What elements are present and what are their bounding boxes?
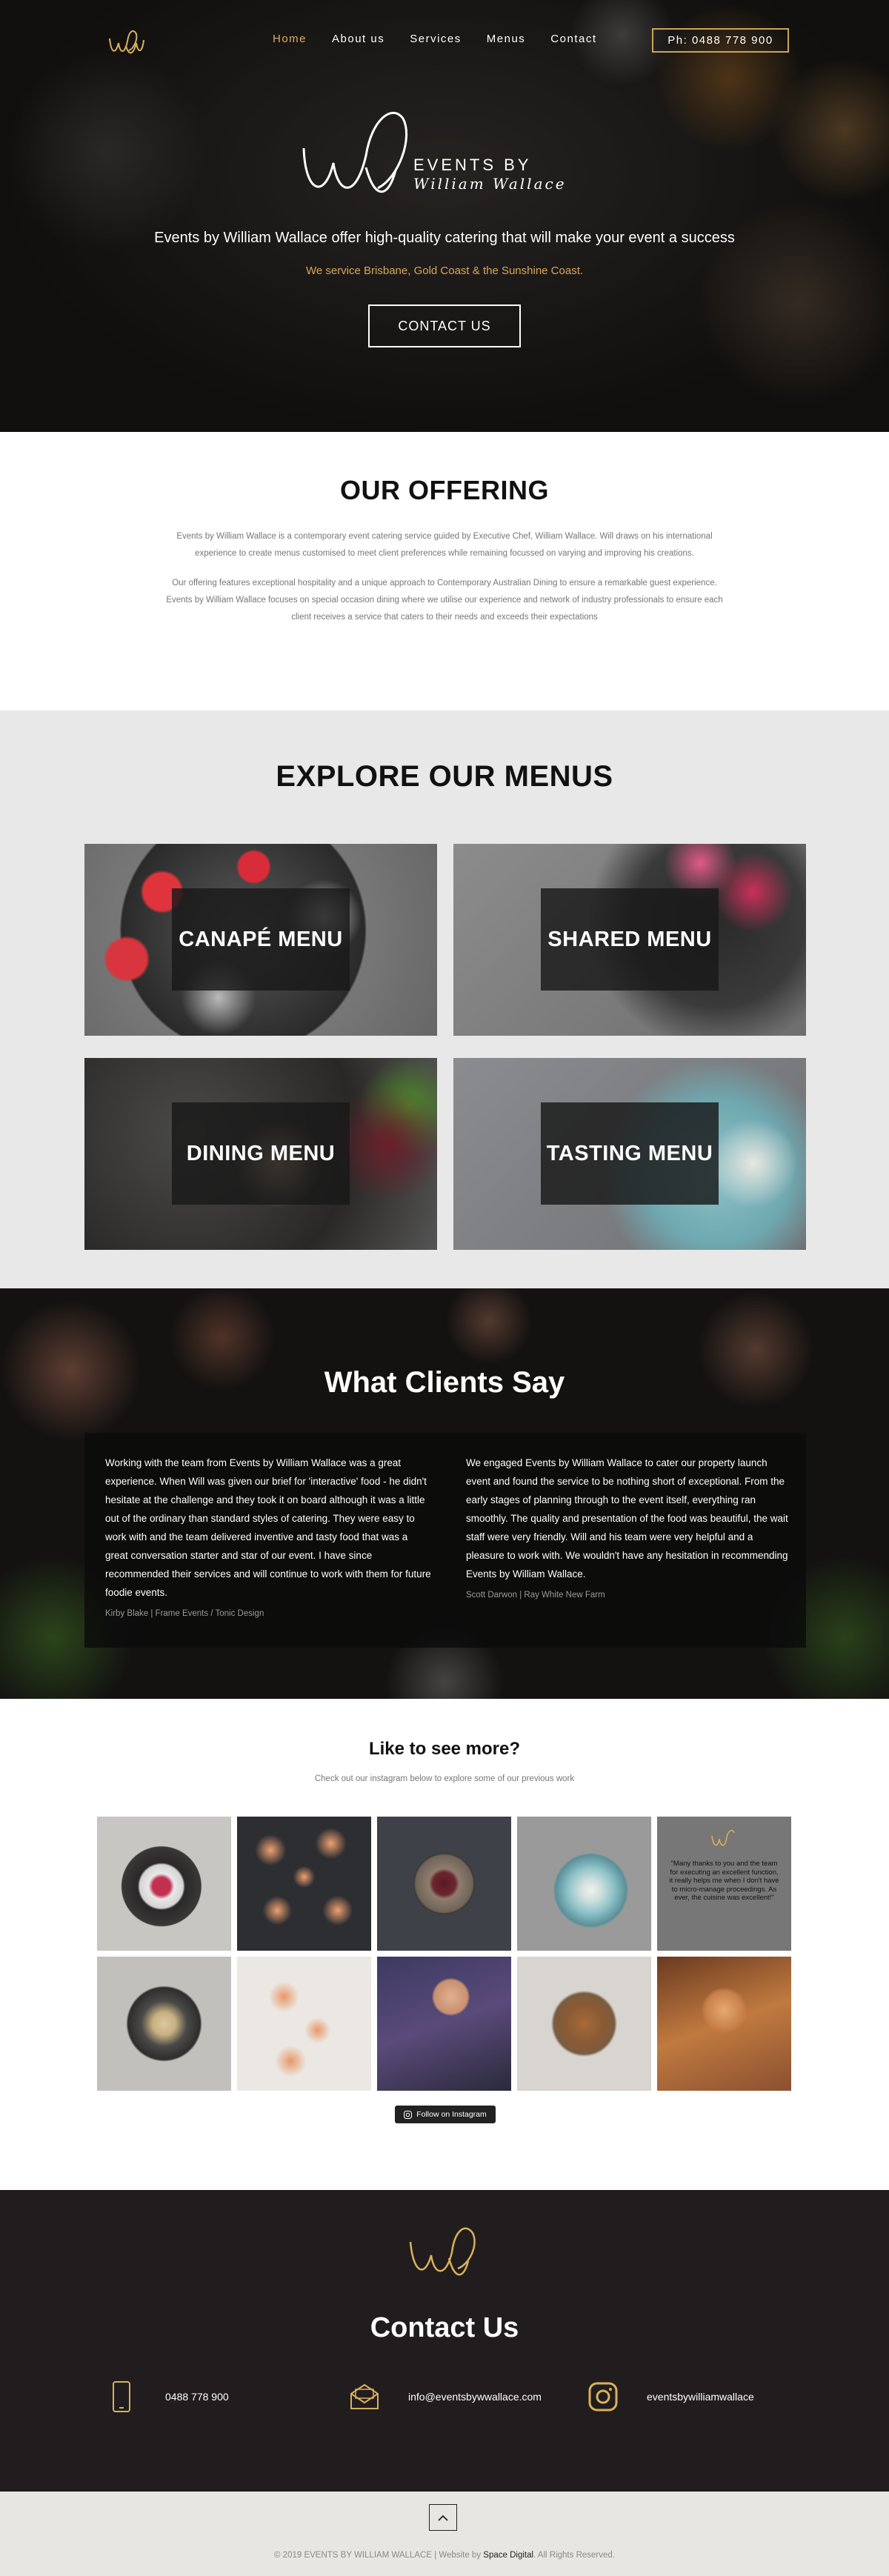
instagram-post[interactable]	[657, 1957, 791, 2091]
instagram-post[interactable]	[97, 1957, 231, 2091]
contact-section: Contact Us 0488 778 900 info@eventsbywwa…	[0, 2190, 889, 2492]
hero-logo: EVENTS BY William Wallace	[295, 96, 591, 207]
nav-contact[interactable]: Contact	[550, 33, 596, 45]
instagram-section: Like to see more? Check out our instagra…	[0, 1699, 889, 2190]
instagram-post[interactable]	[517, 1817, 651, 1951]
main-menu: Home About us Services Menus Contact	[273, 33, 622, 45]
testimonials-box: Working with the team from Events by Wil…	[84, 1433, 806, 1648]
testimonial: Working with the team from Events by Wil…	[105, 1454, 431, 1618]
nav-services[interactable]: Services	[410, 33, 462, 45]
instagram-post[interactable]	[377, 1957, 511, 2091]
copyright-prefix: © 2019 EVENTS BY WILLIAM WALLACE | Websi…	[274, 2551, 482, 2560]
mail-icon	[347, 2379, 382, 2414]
contact-email-text: info@eventsbywwallace.com	[408, 2391, 542, 2403]
hero-tagline: Events by William Wallace offer high-qua…	[154, 230, 735, 246]
logo-monogram[interactable]	[104, 24, 148, 61]
copyright: © 2019 EVENTS BY WILLIAM WALLACE | Websi…	[0, 2551, 889, 2560]
menu-card-label: SHARED MENU	[541, 888, 719, 991]
instagram-icon	[404, 2110, 413, 2119]
menu-card-label: TASTING MENU	[541, 1102, 719, 1205]
instagram-post[interactable]	[97, 1817, 231, 1951]
chevron-up-icon	[438, 2515, 448, 2521]
service-area: We service Brisbane, Gold Coast & the Su…	[305, 264, 584, 277]
contact-instagram[interactable]: eventsbywilliamwallace	[585, 2379, 754, 2414]
offering-title: OUR OFFERING	[340, 475, 549, 505]
brand-top: EVENTS BY	[413, 156, 532, 174]
testimonial-author: Kirby Blake | Frame Events / Tonic Desig…	[105, 1609, 264, 1618]
testimonial-author: Scott Darwon | Ray White New Farm	[466, 1591, 605, 1600]
tile-quote-text: "Many thanks to you and the team for exe…	[669, 1860, 779, 1902]
phone-button[interactable]: Ph: 0488 778 900	[652, 28, 789, 53]
instagram-icon	[585, 2379, 621, 2414]
offering-paragraph-1: Events by William Wallace is a contempor…	[176, 532, 713, 558]
offering-paragraph-2: Our offering features exceptional hospit…	[166, 579, 723, 622]
contact-phone-text: 0488 778 900	[165, 2391, 229, 2403]
testimonial: We engaged Events by William Wallace to …	[466, 1454, 792, 1600]
menus-title: EXPLORE OUR MENUS	[276, 760, 613, 793]
canape-menu-card[interactable]: CANAPÉ MENU	[84, 844, 437, 1036]
phone-icon	[104, 2379, 139, 2414]
brand-bottom: William Wallace	[413, 175, 567, 193]
contact-phone[interactable]: 0488 778 900	[104, 2379, 229, 2414]
footer: © 2019 EVENTS BY WILLIAM WALLACE | Websi…	[0, 2492, 889, 2576]
instagram-subtitle: Check out our instagram below to explore…	[314, 1774, 575, 1783]
offering-section: OUR OFFERING Events by William Wallace i…	[0, 432, 889, 710]
menus-section: EXPLORE OUR MENUS CANAPÉ MENU SHARED MEN…	[0, 710, 889, 1288]
contact-us-button[interactable]: CONTACT US	[368, 304, 521, 347]
instagram-post[interactable]	[237, 1817, 371, 1951]
instagram-title: Like to see more?	[368, 1739, 521, 1759]
contact-title: Contact Us	[370, 2312, 519, 2343]
shared-menu-card[interactable]: SHARED MENU	[453, 844, 806, 1036]
contact-instagram-text: eventsbywilliamwallace	[647, 2391, 754, 2403]
follow-label: Follow on Instagram	[416, 2110, 487, 2119]
testimonial-text: We engaged Events by William Wallace to …	[466, 1457, 788, 1580]
hero-section: Home About us Services Menus Contact Ph:…	[0, 0, 889, 432]
instagram-post[interactable]	[377, 1817, 511, 1951]
dining-menu-card[interactable]: DINING MENU	[84, 1058, 437, 1250]
follow-instagram-button[interactable]: Follow on Instagram	[395, 2106, 496, 2123]
logo-monogram	[711, 1829, 735, 1846]
contact-email[interactable]: info@eventsbywwallace.com	[347, 2379, 542, 2414]
testimonials-section: What Clients Say Working with the team f…	[0, 1288, 889, 1699]
nav-about-us[interactable]: About us	[332, 33, 384, 45]
top-navigation: Home About us Services Menus Contact Ph:…	[0, 0, 889, 81]
logo-monogram	[409, 2227, 476, 2276]
instagram-post[interactable]: "Many thanks to you and the team for exe…	[657, 1817, 791, 1951]
instagram-grid: "Many thanks to you and the team for exe…	[97, 1817, 793, 2098]
tasting-menu-card[interactable]: TASTING MENU	[453, 1058, 806, 1250]
menu-card-label: CANAPÉ MENU	[172, 888, 350, 991]
logo-monogram	[302, 111, 407, 193]
copyright-suffix: . All Rights Reserved.	[533, 2551, 615, 2560]
testimonial-text: Working with the team from Events by Wil…	[105, 1457, 431, 1598]
testimonials-title: What Clients Say	[324, 1366, 565, 1399]
instagram-post[interactable]	[237, 1957, 371, 2091]
back-to-top-button[interactable]	[429, 2504, 457, 2531]
nav-menus[interactable]: Menus	[487, 33, 526, 45]
instagram-post[interactable]	[517, 1957, 651, 2091]
menu-card-label: DINING MENU	[172, 1102, 350, 1205]
nav-home[interactable]: Home	[273, 33, 307, 45]
agency-link[interactable]: Space Digital	[483, 2551, 533, 2560]
